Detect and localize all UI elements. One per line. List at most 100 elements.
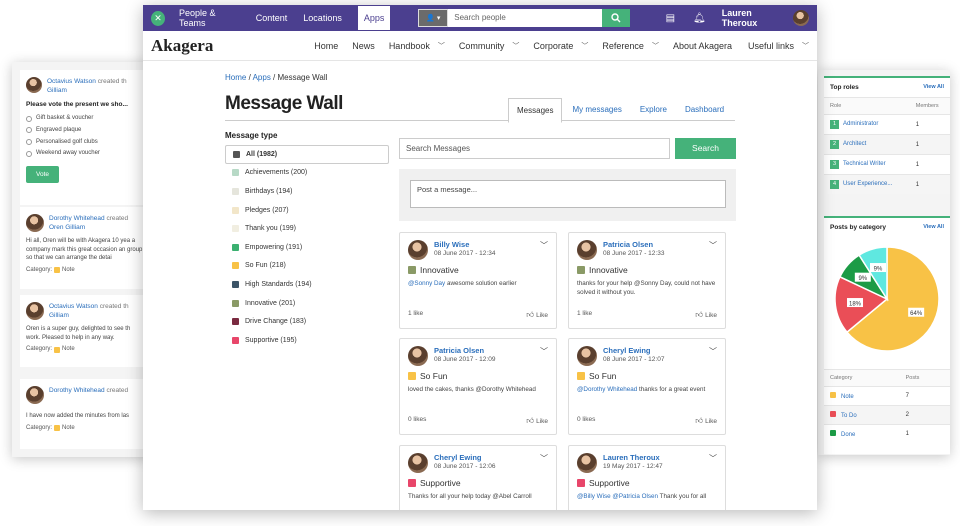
message-type-item[interactable]: High Standards (194)	[225, 275, 389, 294]
author-link[interactable]: Dorothy Whitehead	[49, 215, 105, 222]
target-link[interactable]: Gilliam	[47, 87, 67, 94]
avatar[interactable]	[577, 346, 597, 366]
mention-link[interactable]: @Sonny Day	[408, 280, 445, 287]
user-avatar[interactable]	[793, 10, 809, 26]
chevron-down-icon[interactable]: ﹀	[540, 240, 548, 251]
nav-label: About Akagera	[672, 40, 732, 51]
nav-useful-links[interactable]: Useful links ﹀	[748, 41, 809, 51]
avatar[interactable]	[408, 240, 428, 260]
poll-option[interactable]: Gift basket & voucher	[26, 114, 146, 123]
chevron-down-icon[interactable]: ﹀	[709, 346, 717, 357]
nav-people-teams[interactable]: People & Teams	[179, 8, 240, 28]
author-name[interactable]: Cheryl Ewing	[603, 346, 664, 355]
author-link[interactable]: Dorothy Whitehead	[49, 387, 105, 394]
radio-icon[interactable]	[26, 150, 32, 157]
author-name[interactable]: Lauren Theroux	[603, 453, 663, 462]
nav-corporate[interactable]: Corporate ﹀	[533, 41, 588, 51]
avatar[interactable]	[408, 453, 428, 473]
user-name[interactable]: Lauren Theroux	[722, 8, 785, 28]
message-type-item[interactable]: Drive Change (183)	[225, 312, 389, 331]
chevron-down-icon[interactable]: ﹀	[709, 240, 717, 251]
nav-about[interactable]: About Akagera	[673, 41, 732, 51]
table-row: 2 Architect 1	[824, 134, 950, 155]
nav-news[interactable]: News	[352, 41, 375, 51]
rank-badge: 1	[830, 120, 839, 129]
message-type-item[interactable]: Birthdays (194)	[225, 182, 389, 201]
author-name[interactable]: Patricia Olsen	[603, 240, 664, 249]
radio-icon[interactable]	[26, 138, 32, 145]
tab-my-messages[interactable]: My messages	[564, 98, 629, 123]
tab-dashboard[interactable]: Dashboard	[677, 98, 732, 123]
message-type-item[interactable]: So Fun (218)	[225, 257, 389, 276]
chevron-down-icon[interactable]: ﹀	[540, 346, 548, 357]
nav-community[interactable]: Community ﹀	[459, 41, 520, 51]
view-all-link[interactable]: View All	[923, 84, 944, 91]
bell-icon[interactable]: 🔔︎	[693, 13, 706, 24]
avatar[interactable]	[577, 453, 597, 473]
like-button[interactable]: 👍︎ Like	[526, 416, 548, 426]
message-type-item[interactable]: Achievements (200)	[225, 164, 389, 183]
nav-content[interactable]: Content	[256, 13, 288, 23]
app-logo-icon[interactable]: ✕	[151, 10, 165, 26]
messages-search-input[interactable]: Search Messages	[399, 138, 670, 159]
message-type-item[interactable]: All (1982)	[225, 145, 389, 164]
nav-locations[interactable]: Locations	[303, 13, 342, 23]
people-search-input[interactable]: Search people	[448, 9, 602, 27]
card-text: @Billy Wise @Patricia Olsen Thank you fo…	[577, 492, 717, 501]
mention-link[interactable]: @Billy Wise @Patricia Olsen	[577, 493, 658, 500]
author-link[interactable]: Octavius Watson	[49, 303, 98, 310]
target-link[interactable]: Gilliam	[49, 312, 69, 319]
members-count: 1	[909, 114, 950, 135]
site-brand[interactable]: Akagera	[151, 36, 213, 56]
author-name[interactable]: Cheryl Ewing	[434, 453, 495, 462]
breadcrumb-apps[interactable]: Apps	[253, 73, 271, 82]
category-link[interactable]: Note	[841, 394, 854, 400]
target-link[interactable]: Oren Gilliam	[49, 224, 85, 231]
role-link[interactable]: User Experience...	[843, 181, 892, 187]
nav-home[interactable]: Home	[314, 41, 338, 51]
role-link[interactable]: Technical Writer	[843, 161, 886, 167]
nav-reference[interactable]: Reference ﹀	[602, 41, 659, 51]
post-date: 19 May 2017 - 12:47	[603, 463, 663, 470]
message-type-item[interactable]: Thank you (199)	[225, 219, 389, 238]
people-filter-dropdown[interactable]: 👤 ▾	[418, 9, 449, 27]
author-name[interactable]: Billy Wise	[434, 240, 495, 249]
radio-icon[interactable]	[26, 127, 32, 134]
breadcrumb-home[interactable]: Home	[225, 73, 246, 82]
chevron-down-icon[interactable]: ﹀	[709, 453, 717, 464]
tab-messages[interactable]: Messages	[508, 98, 563, 123]
table-row: 1 Administrator 1	[824, 114, 950, 135]
view-all-link[interactable]: View All	[923, 224, 944, 231]
chevron-down-icon[interactable]: ﹀	[540, 453, 548, 464]
message-type-item[interactable]: Empowering (191)	[225, 238, 389, 257]
news-icon[interactable]: ▤	[666, 13, 675, 24]
nav-apps[interactable]: Apps	[357, 6, 391, 30]
author-name[interactable]: Patricia Olsen	[434, 346, 495, 355]
avatar[interactable]	[577, 240, 597, 260]
nav-handbook[interactable]: Handbook ﹀	[389, 41, 445, 51]
poll-option[interactable]: Weekend away voucher	[26, 149, 146, 158]
role-link[interactable]: Administrator	[843, 121, 878, 127]
radio-icon[interactable]	[26, 115, 32, 122]
like-button[interactable]: 👍︎ Like	[526, 310, 548, 320]
type-swatch-icon	[232, 187, 239, 195]
like-button[interactable]: 👍︎ Like	[695, 416, 717, 426]
role-link[interactable]: Architect	[843, 141, 866, 147]
category-link[interactable]: Done	[841, 432, 855, 438]
category-link[interactable]: To Do	[841, 413, 857, 419]
message-type-item[interactable]: Pledges (207)	[225, 201, 389, 220]
messages-search-button[interactable]: Search	[675, 138, 736, 159]
like-button[interactable]: 👍︎ Like	[695, 310, 717, 320]
message-type-item[interactable]: Supportive (195)	[225, 331, 389, 350]
vote-button[interactable]: Vote	[26, 166, 60, 184]
type-label: Innovative (201)	[245, 299, 296, 307]
poll-option[interactable]: Personalised golf clubs	[26, 138, 146, 147]
people-search-button[interactable]	[601, 9, 630, 27]
message-type-item[interactable]: Innovative (201)	[225, 294, 389, 313]
poll-option[interactable]: Engraved plaque	[26, 126, 146, 135]
mention-link[interactable]: @Dorothy Whitehead	[577, 386, 637, 393]
author-link[interactable]: Octavius Watson	[47, 78, 96, 85]
avatar[interactable]	[408, 346, 428, 366]
post-message-input[interactable]: Post a message...	[410, 180, 726, 208]
tab-explore[interactable]: Explore	[632, 98, 675, 123]
